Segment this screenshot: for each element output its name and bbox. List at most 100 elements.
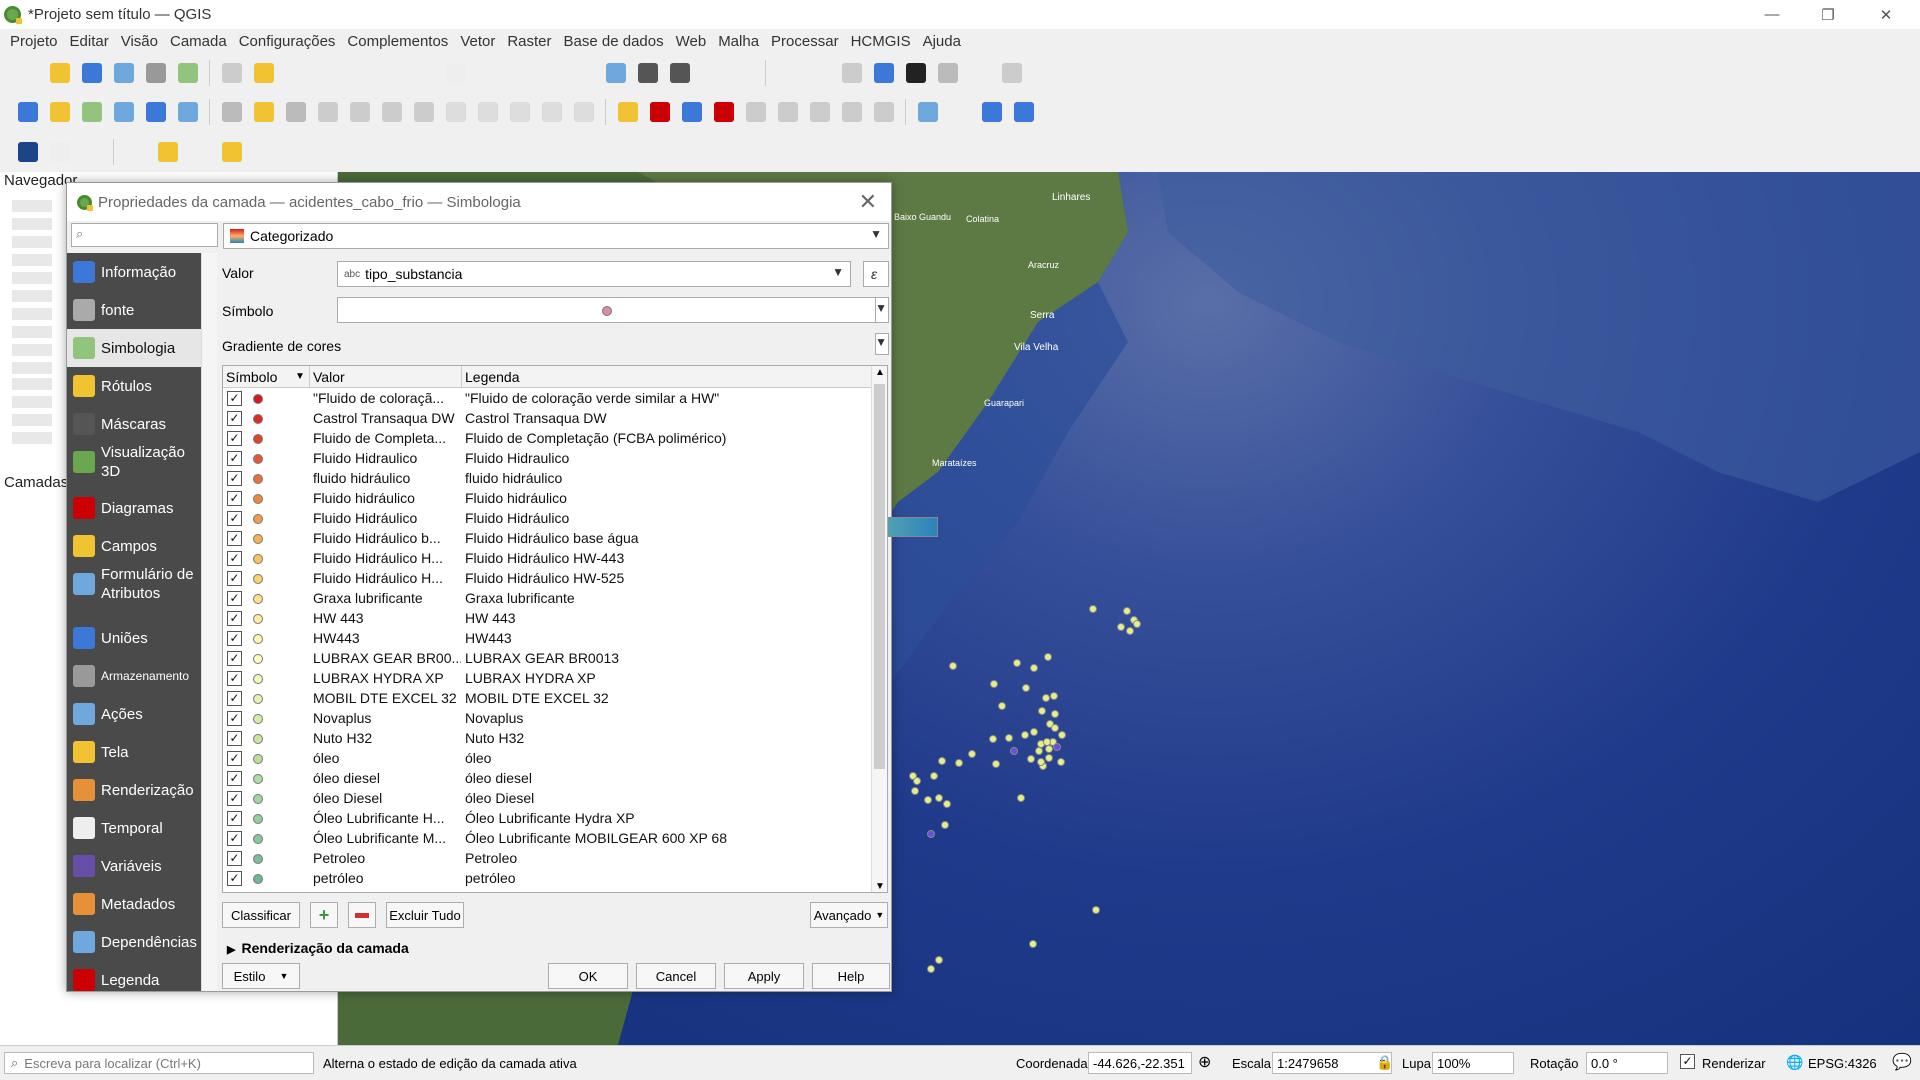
table-row[interactable]: ✓ Petroleo Petroleo: [223, 849, 873, 869]
style-button[interactable]: Estilo ▼: [222, 963, 300, 989]
sidebar-tab-1[interactable]: fonte: [67, 291, 201, 329]
sidebar-tab-10[interactable]: Armazenamento: [67, 657, 201, 695]
category-checkbox[interactable]: ✓: [227, 491, 242, 506]
category-checkbox[interactable]: ✓: [227, 531, 242, 546]
menu-item[interactable]: Complementos: [347, 33, 448, 50]
attribute-table-icon[interactable]: [805, 58, 835, 88]
scroll-up-icon[interactable]: ▲: [875, 367, 885, 378]
category-symbol[interactable]: [253, 814, 263, 824]
save-edits-icon[interactable]: [281, 97, 311, 127]
category-symbol[interactable]: [253, 534, 263, 544]
sidebar-tab-6[interactable]: Diagramas: [67, 489, 201, 527]
category-checkbox[interactable]: ✓: [227, 671, 242, 686]
label-abc-icon[interactable]: [709, 97, 739, 127]
render-checkbox[interactable]: ✓: [1680, 1054, 1695, 1069]
category-symbol[interactable]: [253, 794, 263, 804]
menu-item[interactable]: Vetor: [460, 33, 495, 50]
category-symbol[interactable]: [253, 394, 263, 404]
edit-icon[interactable]: [217, 97, 247, 127]
tree-item[interactable]: [12, 272, 52, 284]
category-symbol[interactable]: [253, 694, 263, 704]
plugins-icon[interactable]: [945, 97, 975, 127]
change-label-icon[interactable]: [869, 97, 899, 127]
category-checkbox[interactable]: ✓: [227, 511, 242, 526]
modify-attrs-icon[interactable]: [377, 97, 407, 127]
table-row[interactable]: ✓ petróleo petróleo: [223, 869, 873, 889]
table-row[interactable]: ✓ Novaplus Novaplus: [223, 709, 873, 729]
category-symbol[interactable]: [253, 754, 263, 764]
category-checkbox[interactable]: ✓: [227, 551, 242, 566]
tree-item[interactable]: [12, 362, 52, 374]
new-map-view-icon[interactable]: [537, 58, 567, 88]
table-row[interactable]: ✓ Fluido de Completa... Fluido de Completa…: [223, 429, 873, 449]
rotate-label-icon[interactable]: [837, 97, 867, 127]
pan-to-selection-icon[interactable]: [249, 58, 279, 88]
category-checkbox[interactable]: ✓: [227, 471, 242, 486]
ok-button[interactable]: OK: [548, 963, 628, 989]
zoom-selection-icon[interactable]: [377, 58, 407, 88]
layer-labeling-icon[interactable]: [645, 97, 675, 127]
table-row[interactable]: ✓ Castrol Transaqua DW Castrol Transaqua D…: [223, 409, 873, 429]
tree-item[interactable]: [12, 344, 52, 356]
clock-icon[interactable]: [697, 58, 727, 88]
category-symbol[interactable]: [253, 874, 263, 884]
category-symbol[interactable]: [253, 734, 263, 744]
coordinate-field[interactable]: -44.626,-22.351: [1088, 1052, 1192, 1074]
category-symbol[interactable]: [253, 434, 263, 444]
category-checkbox[interactable]: ✓: [227, 731, 242, 746]
show-bookmarks-icon[interactable]: [665, 58, 695, 88]
menu-item[interactable]: Processar: [771, 33, 839, 50]
sidebar-tab-13[interactable]: Renderização: [67, 771, 201, 809]
scroll-down-icon[interactable]: ▼: [875, 881, 885, 892]
categories-table[interactable]: Símbolo ▼ Valor Legenda ✓ "Fluido de colo…: [222, 365, 888, 893]
table-row[interactable]: ✓ Fluido hidráulico Fluido hidráulico: [223, 489, 873, 509]
redo-icon[interactable]: [569, 97, 599, 127]
color-ramp-menu-button[interactable]: ▼: [875, 333, 889, 355]
category-checkbox[interactable]: ✓: [227, 571, 242, 586]
layer-rendering-section[interactable]: ▶ Renderização da camada: [227, 940, 409, 956]
sidebar-tab-7[interactable]: Campos: [67, 527, 201, 565]
category-symbol[interactable]: [253, 474, 263, 484]
column-header-legend[interactable]: Legenda: [465, 369, 520, 385]
menu-item[interactable]: Editar: [70, 33, 109, 50]
menu-item[interactable]: Web: [676, 33, 707, 50]
sidebar-tab-11[interactable]: Ações: [67, 695, 201, 733]
tree-item[interactable]: [12, 308, 52, 320]
show-hide-label-icon[interactable]: [773, 97, 803, 127]
menu-item[interactable]: Camada: [170, 33, 227, 50]
renderer-type-select[interactable]: Categorizado ▼: [223, 223, 889, 249]
category-checkbox[interactable]: ✓: [227, 751, 242, 766]
table-row[interactable]: ✓ Fluido Hidraulico Fluido Hidraulico: [223, 449, 873, 469]
annotation-rect-icon[interactable]: [45, 137, 75, 167]
sidebar-tab-12[interactable]: Tela: [67, 733, 201, 771]
table-row[interactable]: ✓ HW 443 HW 443: [223, 609, 873, 629]
table-row[interactable]: ✓ Fluido Hidráulico b... Fluido Hidráulico…: [223, 529, 873, 549]
new-spatialite-icon[interactable]: [109, 97, 139, 127]
undo-icon[interactable]: [537, 97, 567, 127]
measure-icon[interactable]: [933, 58, 963, 88]
sidebar-tab-14[interactable]: Temporal: [67, 809, 201, 847]
tree-item[interactable]: [12, 414, 52, 426]
digitize-icon[interactable]: [313, 97, 343, 127]
advanced-button[interactable]: Avançado ▼: [810, 902, 888, 928]
category-symbol[interactable]: [253, 774, 263, 784]
copy-icon[interactable]: [473, 97, 503, 127]
table-row[interactable]: ✓ Graxa lubrificante Graxa lubrificante: [223, 589, 873, 609]
help-button[interactable]: Help: [812, 963, 890, 989]
sidebar-tab-8[interactable]: Formulário de Atributos: [67, 565, 201, 603]
category-symbol[interactable]: [253, 594, 263, 604]
category-symbol[interactable]: [253, 654, 263, 664]
maximize-button[interactable]: ❐: [1800, 0, 1856, 29]
vertex-tool-icon[interactable]: [345, 97, 375, 127]
tree-item[interactable]: [12, 236, 52, 248]
zoom-last-icon[interactable]: [473, 58, 503, 88]
data-source-manager-icon[interactable]: [13, 97, 43, 127]
classify-button[interactable]: Classificar: [222, 902, 300, 928]
category-symbol[interactable]: [253, 834, 263, 844]
statistics-icon[interactable]: [901, 58, 931, 88]
tree-item[interactable]: [12, 254, 52, 266]
menu-item[interactable]: Raster: [507, 33, 551, 50]
category-checkbox[interactable]: ✓: [227, 651, 242, 666]
menu-item[interactable]: Malha: [718, 33, 759, 50]
table-row[interactable]: ✓ Óleo Lubrificante H... Óleo Lubrificante…: [223, 809, 873, 829]
